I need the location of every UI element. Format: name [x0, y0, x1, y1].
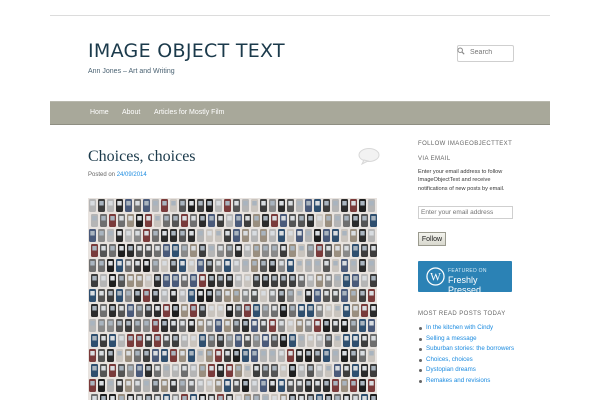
- nav-item-home[interactable]: Home: [90, 109, 109, 116]
- wordpress-logo-icon: W: [426, 267, 445, 286]
- list-item[interactable]: Suburban stories: the borrowers: [418, 344, 514, 355]
- badge-freshly-pressed: Freshly Pressed: [448, 275, 482, 295]
- badge-featured-on: FEATURED ON: [448, 268, 487, 274]
- main-nav: Home About Articles for Mostly Film: [50, 101, 550, 125]
- post-meta: Posted on 24/09/2014: [88, 172, 147, 178]
- list-item[interactable]: In the kitchen with Cindy: [418, 323, 514, 334]
- site-tagline: Ann Jones – Art and Writing: [88, 68, 175, 75]
- follow-description: Enter your email address to follow Image…: [418, 169, 505, 192]
- email-field[interactable]: [418, 206, 513, 219]
- follow-heading: FOLLOW IMAGEOBJECTTEXT: [418, 141, 513, 147]
- search-input[interactable]: [470, 47, 510, 58]
- nav-item-articles-for-mostly-film[interactable]: Articles for Mostly Film: [154, 109, 224, 116]
- top-divider: [50, 15, 550, 16]
- search-box[interactable]: [457, 45, 514, 62]
- list-item[interactable]: Selling a message: [418, 334, 514, 345]
- list-item[interactable]: Remakes and revisions: [418, 376, 514, 387]
- comment-bubble-icon[interactable]: [358, 147, 380, 165]
- follow-button[interactable]: Follow: [418, 232, 446, 246]
- list-item[interactable]: Choices, choices: [418, 355, 514, 366]
- freshly-pressed-badge[interactable]: W FEATURED ON Freshly Pressed: [418, 261, 512, 295]
- via-email-heading: VIA EMAIL: [418, 156, 451, 162]
- post-title[interactable]: Choices, choices: [88, 148, 196, 166]
- post-featured-image: [88, 198, 377, 400]
- mobile-phones-collage: [89, 199, 377, 400]
- svg-text:W: W: [430, 271, 441, 283]
- posted-on-label: Posted on: [88, 172, 116, 178]
- post-date-link[interactable]: 24/09/2014: [117, 172, 147, 178]
- site-title[interactable]: IMAGE OBJECT TEXT: [88, 42, 285, 61]
- most-read-list: In the kitchen with Cindy Selling a mess…: [418, 323, 514, 386]
- nav-item-about[interactable]: About: [122, 109, 140, 116]
- list-item[interactable]: Dystopian dreams: [418, 365, 514, 376]
- search-icon: [457, 47, 465, 55]
- most-read-heading: MOST READ POSTS TODAY: [418, 311, 506, 317]
